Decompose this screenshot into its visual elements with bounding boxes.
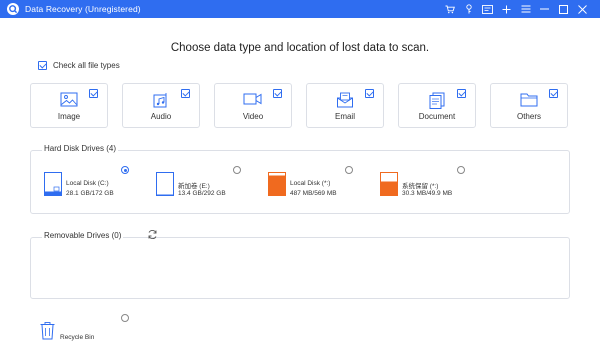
image-icon	[60, 92, 78, 107]
minimize-icon[interactable]	[535, 0, 554, 18]
drive-icon	[380, 172, 398, 196]
file-type-email[interactable]: Email	[306, 83, 384, 128]
refresh-icon[interactable]	[147, 229, 158, 240]
folder-icon	[520, 93, 538, 107]
window-title: Data Recovery (Unregistered)	[25, 4, 141, 14]
check-all-checkbox[interactable]	[38, 61, 47, 70]
email-label: Email	[334, 112, 355, 121]
check-all-label: Check all file types	[53, 61, 120, 70]
maximize-icon[interactable]	[554, 0, 573, 18]
video-label: Video	[242, 112, 264, 121]
document-label: Document	[418, 112, 456, 121]
drive-icon	[156, 172, 174, 196]
file-type-list: Image Audio Video Email Document Others	[30, 83, 570, 128]
removable-section	[30, 237, 570, 299]
file-type-others[interactable]: Others	[490, 83, 568, 128]
image-checkbox[interactable]	[89, 89, 98, 98]
cart-icon[interactable]	[440, 0, 459, 18]
recycle-bin-icon[interactable]	[40, 322, 55, 340]
drive-local-star-radio[interactable]	[345, 166, 353, 174]
video-icon	[243, 93, 262, 105]
email-icon	[337, 92, 353, 108]
title-bar: Data Recovery (Unregistered)	[0, 0, 600, 18]
close-icon[interactable]	[573, 0, 592, 18]
drive-system-reserved-radio[interactable]	[457, 166, 465, 174]
drive-c-radio[interactable]	[121, 166, 129, 174]
drive-name: Local Disk (C:)	[66, 180, 109, 187]
check-all-file-types[interactable]: Check all file types	[38, 61, 120, 70]
drive-system-reserved[interactable]: 系统保留 (*:) 30.3 MB/49.9 MB	[380, 172, 480, 200]
file-type-audio[interactable]: Audio	[122, 83, 200, 128]
video-checkbox[interactable]	[273, 89, 282, 98]
audio-checkbox[interactable]	[181, 89, 190, 98]
drive-name: 系统保留 (*:)	[402, 183, 439, 190]
file-type-video[interactable]: Video	[214, 83, 292, 128]
page-heading: Choose data type and location of lost da…	[170, 42, 430, 54]
image-label: Image	[57, 112, 81, 121]
file-type-document[interactable]: Document	[398, 83, 476, 128]
others-label: Others	[516, 112, 541, 121]
plus-icon[interactable]	[497, 0, 516, 18]
others-checkbox[interactable]	[549, 89, 558, 98]
drive-e-radio[interactable]	[233, 166, 241, 174]
recycle-bin-radio[interactable]	[121, 314, 129, 322]
drive-size: 28.1 GB/172 GB	[66, 190, 114, 197]
drive-name: Local Disk (*:)	[290, 180, 331, 187]
recycle-bin-label: Recycle Bin	[60, 334, 95, 341]
document-checkbox[interactable]	[457, 89, 466, 98]
removable-title: Removable Drives (0)	[42, 231, 124, 240]
drive-c[interactable]: Local Disk (C:) 28.1 GB/172 GB	[44, 172, 144, 200]
drive-e[interactable]: 新加卷 (E:) 13.4 GB/292 GB	[156, 172, 256, 200]
drive-icon	[44, 172, 62, 196]
drive-name: 新加卷 (E:)	[178, 183, 210, 190]
document-icon	[429, 92, 445, 109]
feedback-icon[interactable]	[478, 0, 497, 18]
drive-local-star[interactable]: Local Disk (*:) 487 MB/569 MB	[268, 172, 368, 200]
drive-size: 487 MB/569 MB	[290, 190, 337, 197]
app-logo-icon	[7, 3, 19, 15]
audio-icon	[153, 93, 167, 108]
drive-size: 13.4 GB/292 GB	[178, 190, 226, 197]
hard-disk-title: Hard Disk Drives (4)	[42, 144, 119, 153]
key-icon[interactable]	[459, 0, 478, 18]
file-type-image[interactable]: Image	[30, 83, 108, 128]
audio-label: Audio	[150, 112, 172, 121]
menu-icon[interactable]	[516, 0, 535, 18]
email-checkbox[interactable]	[365, 89, 374, 98]
drive-size: 30.3 MB/49.9 MB	[402, 190, 453, 197]
drive-icon	[268, 172, 286, 196]
